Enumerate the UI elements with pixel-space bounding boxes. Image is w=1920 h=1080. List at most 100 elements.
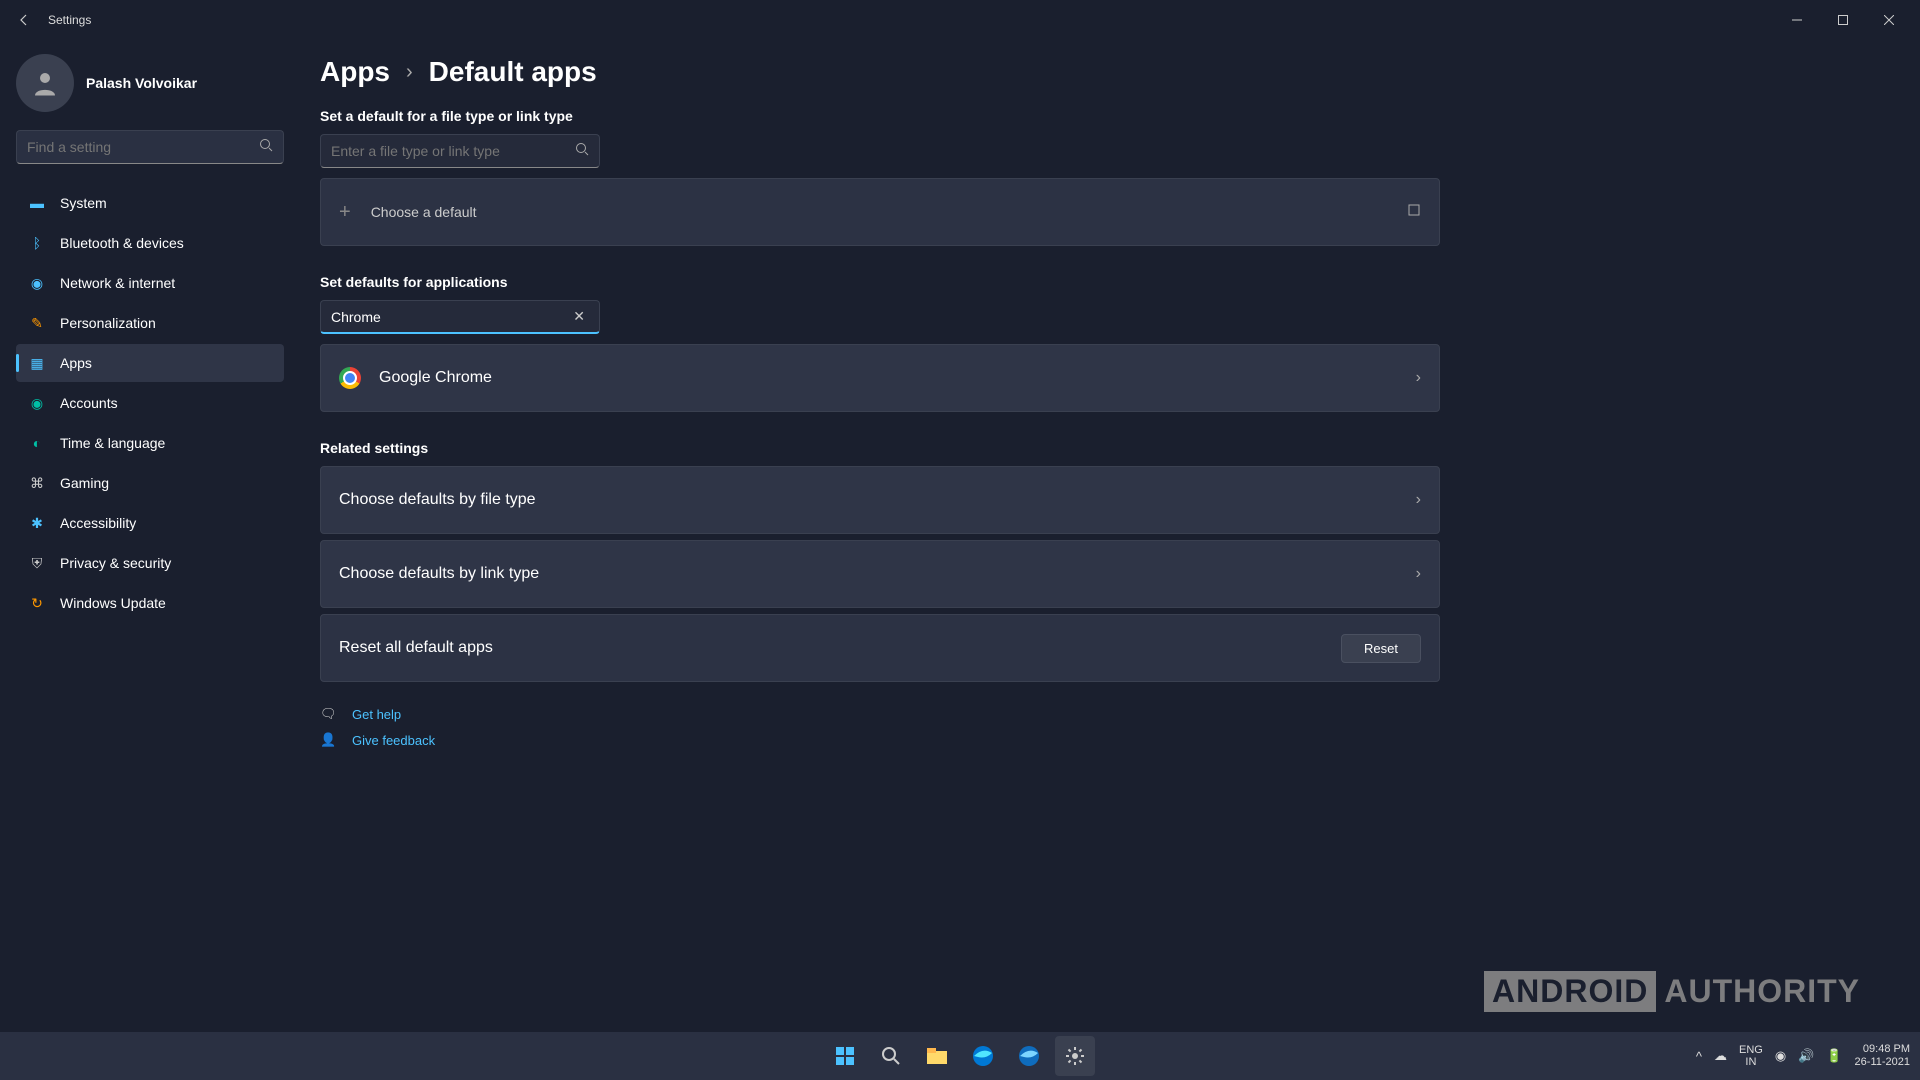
sidebar-item-privacy[interactable]: ⛨ Privacy & security [16, 544, 284, 582]
sidebar-item-system[interactable]: ▬ System [16, 184, 284, 222]
reset-card: Reset all default apps Reset [320, 614, 1440, 682]
gamepad-icon: ⌘ [28, 474, 46, 492]
maximize-button[interactable] [1820, 4, 1866, 36]
sidebar-item-personalization[interactable]: ✎Personalization [16, 304, 284, 342]
chevron-right-icon: › [406, 61, 413, 84]
taskbar: ^ ☁ ENG IN ◉ 🔊 🔋 09:48 PM 26-11-2021 [0, 1032, 1920, 1080]
window-controls [1774, 4, 1912, 36]
sidebar-item-time[interactable]: ◐ Time & language [16, 424, 284, 462]
tray-wifi-icon[interactable]: ◉ [1775, 1048, 1786, 1064]
watermark-boxed: ANDROID [1484, 971, 1656, 1012]
main-content: Apps › Default apps Set a default for a … [320, 56, 1440, 758]
display-icon: ▬ [28, 194, 46, 212]
filetype-input[interactable] [331, 143, 575, 159]
sidebar-item-apps[interactable]: ▦ Apps [16, 344, 284, 382]
tray-battery-icon[interactable]: 🔋 [1826, 1048, 1842, 1064]
watermark: ANDROID AUTHORITY [1484, 971, 1860, 1012]
wifi-icon: ◉ [28, 274, 46, 292]
start-button[interactable] [825, 1036, 865, 1076]
clock[interactable]: 09:48 PM 26-11-2021 [1855, 1043, 1910, 1069]
sidebar-item-label: Apps [60, 355, 92, 371]
tray-chevron-icon[interactable]: ^ [1696, 1049, 1702, 1064]
get-help-link[interactable]: 🗨 Get help [320, 706, 1440, 722]
sidebar-item-accounts[interactable]: ◉ Accounts [16, 384, 284, 422]
sidebar-item-label: Personalization [60, 315, 156, 331]
search-input[interactable] [27, 139, 259, 155]
defaults-by-file[interactable]: Choose defaults by file type › [320, 466, 1440, 534]
help-icon: 🗨 [320, 706, 338, 722]
sidebar-item-label: Accounts [60, 395, 118, 411]
reset-button[interactable]: Reset [1341, 634, 1421, 663]
sidebar-item-label: System [60, 195, 107, 211]
person-icon: ◉ [28, 394, 46, 412]
list-label: Choose defaults by link type [339, 565, 539, 583]
section-label-filetype: Set a default for a file type or link ty… [320, 108, 1440, 124]
update-icon: ↻ [28, 594, 46, 612]
section-label-apps: Set defaults for applications [320, 274, 1440, 290]
feedback-icon: 👤 [320, 732, 338, 748]
lang-secondary: IN [1739, 1056, 1763, 1068]
apps-search-input[interactable] [331, 309, 569, 325]
back-button[interactable] [8, 4, 40, 36]
taskbar-center [825, 1036, 1095, 1076]
sidebar-item-update[interactable]: ↻ Windows Update [16, 584, 284, 622]
window-title: Settings [48, 13, 91, 27]
sidebar-item-label: Time & language [60, 435, 165, 451]
profile-name: Palash Volvoikar [86, 75, 197, 91]
clock-date: 26-11-2021 [1855, 1056, 1910, 1069]
taskbar-settings[interactable] [1055, 1036, 1095, 1076]
bluetooth-icon: ᛒ [28, 234, 46, 252]
app-result-label: Google Chrome [379, 369, 492, 387]
tray-onedrive-icon[interactable]: ☁ [1714, 1048, 1727, 1064]
chevron-right-icon: › [1416, 491, 1421, 509]
clock-time: 09:48 PM [1855, 1043, 1910, 1056]
open-icon [1407, 203, 1421, 222]
taskbar-edge[interactable] [963, 1036, 1003, 1076]
give-feedback-link[interactable]: 👤 Give feedback [320, 732, 1440, 748]
clock-icon: ◐ [28, 434, 46, 452]
breadcrumb: Apps › Default apps [320, 56, 1440, 88]
reset-label: Reset all default apps [339, 639, 493, 657]
choose-default-card[interactable]: + Choose a default [320, 178, 1440, 246]
language-indicator[interactable]: ENG IN [1739, 1044, 1763, 1068]
tray-volume-icon[interactable]: 🔊 [1798, 1048, 1814, 1064]
sidebar-item-label: Windows Update [60, 595, 166, 611]
taskbar-explorer[interactable] [917, 1036, 957, 1076]
minimize-button[interactable] [1774, 4, 1820, 36]
chrome-icon [339, 367, 361, 389]
link-label: Get help [352, 707, 401, 722]
shield-icon: ⛨ [28, 554, 46, 572]
breadcrumb-parent[interactable]: Apps [320, 56, 390, 88]
avatar [16, 54, 74, 112]
system-tray: ^ ☁ ENG IN ◉ 🔊 🔋 09:48 PM 26-11-2021 [1696, 1043, 1910, 1069]
sidebar-item-gaming[interactable]: ⌘ Gaming [16, 464, 284, 502]
sidebar-item-label: Privacy & security [60, 555, 171, 571]
apps-icon: ▦ [28, 354, 46, 372]
sidebar-search[interactable] [16, 130, 284, 164]
page-title: Default apps [429, 56, 597, 88]
sidebar-item-label: Accessibility [60, 515, 136, 531]
sidebar-item-label: Network & internet [60, 275, 175, 291]
profile[interactable]: Palash Volvoikar [16, 54, 284, 112]
section-label-related: Related settings [320, 440, 1440, 456]
sidebar-item-label: Bluetooth & devices [60, 235, 184, 251]
sidebar-item-bluetooth[interactable]: ᛒ Bluetooth & devices [16, 224, 284, 262]
clear-icon[interactable]: ✕ [569, 308, 589, 325]
watermark-plain: AUTHORITY [1664, 973, 1860, 1010]
apps-search[interactable]: ✕ [320, 300, 600, 334]
titlebar: Settings [0, 0, 1920, 40]
search-icon [575, 142, 589, 161]
link-label: Give feedback [352, 733, 435, 748]
sidebar-item-label: Gaming [60, 475, 109, 491]
search-icon [259, 138, 273, 157]
sidebar-item-network[interactable]: ◉ Network & internet [16, 264, 284, 302]
close-button[interactable] [1866, 4, 1912, 36]
defaults-by-link[interactable]: Choose defaults by link type › [320, 540, 1440, 608]
help-links: 🗨 Get help 👤 Give feedback [320, 706, 1440, 748]
app-result-chrome[interactable]: Google Chrome › [320, 344, 1440, 412]
taskbar-edge-dev[interactable] [1009, 1036, 1049, 1076]
sidebar-item-accessibility[interactable]: ✱Accessibility [16, 504, 284, 542]
filetype-search[interactable] [320, 134, 600, 168]
chevron-right-icon: › [1416, 565, 1421, 583]
taskbar-search[interactable] [871, 1036, 911, 1076]
